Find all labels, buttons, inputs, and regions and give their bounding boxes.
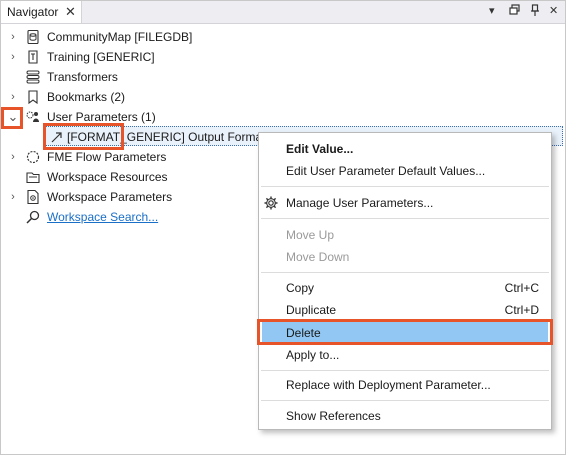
highlight-expander [1, 107, 23, 129]
menu-item-label: Move Up [286, 228, 335, 242]
menu-item-label: Apply to... [286, 348, 340, 362]
tree-item-label: User Parameters (1) [47, 110, 156, 124]
context-menu: Edit Value... Edit User Parameter Defaul… [258, 132, 552, 430]
navigator-panel: Navigator ✕ ▾ ✕ › CommunityMap [FILEGDB]… [0, 0, 566, 455]
tree-item-label: Transformers [47, 70, 118, 84]
float-window-icon[interactable] [509, 4, 520, 18]
menu-item-move-down: Move Down [259, 246, 551, 268]
menu-separator [261, 218, 549, 219]
user-parameters-icon [25, 109, 41, 125]
menu-item-shortcut: Ctrl+D [504, 303, 539, 317]
workspace-search-link[interactable]: Workspace Search... [47, 210, 158, 224]
menu-separator [261, 370, 549, 371]
tree-item-label: Workspace Parameters [47, 190, 173, 204]
tree-item-transformers[interactable]: Transformers [1, 67, 565, 87]
gear-icon [263, 195, 279, 214]
menu-item-label: Move Down [286, 250, 350, 264]
menu-item-edit-value[interactable]: Edit Value... [259, 138, 551, 160]
expand-chevron-icon[interactable]: › [7, 50, 19, 64]
expand-chevron-icon[interactable]: › [7, 30, 19, 44]
menu-item-label: Edit User Parameter Default Values... [286, 164, 486, 178]
tree-item-label: Bookmarks (2) [47, 90, 126, 104]
menu-item-label: Copy [286, 281, 315, 295]
menu-item-label: Duplicate [286, 303, 337, 317]
menu-item-move-up: Move Up [259, 224, 551, 246]
highlight-delete [257, 319, 553, 345]
menu-separator [261, 186, 549, 187]
menu-item-replace-with-deployment-parameter[interactable]: Replace with Deployment Parameter... [259, 374, 551, 396]
close-icon[interactable]: ✕ [65, 4, 76, 20]
highlight-parameter-icon [43, 123, 124, 150]
menu-item-apply-to[interactable]: Apply to... [259, 344, 551, 366]
tree-item-communitymap[interactable]: › CommunityMap [FILEGDB] [1, 27, 565, 47]
dropdown-icon[interactable]: ▾ [489, 4, 495, 17]
menu-item-edit-default-values[interactable]: Edit User Parameter Default Values... [259, 160, 551, 182]
writer-icon [25, 49, 41, 65]
expand-chevron-icon[interactable]: › [7, 190, 19, 204]
expand-chevron-icon[interactable]: › [7, 150, 19, 164]
menu-item-manage-user-parameters[interactable]: Manage User Parameters... [259, 192, 551, 214]
menu-item-label: Edit Value... [286, 142, 354, 156]
navigator-tabbar: Navigator ✕ ▾ ✕ [1, 1, 565, 24]
menu-item-label: Show References [286, 409, 381, 423]
flow-icon [25, 149, 41, 165]
search-icon [25, 209, 41, 225]
pin-icon[interactable] [530, 4, 540, 20]
tree-item-training[interactable]: › Training [GENERIC] [1, 47, 565, 67]
menu-item-show-references[interactable]: Show References [259, 405, 551, 427]
close-panel-icon[interactable]: ✕ [549, 4, 558, 17]
menu-item-copy[interactable]: Copy Ctrl+C [259, 277, 551, 299]
expand-chevron-icon[interactable]: › [7, 90, 19, 104]
tree-item-label: CommunityMap [FILEGDB] [47, 30, 193, 44]
tree-item-label: Training [GENERIC] [47, 50, 155, 64]
resources-icon [25, 169, 41, 185]
menu-item-label: Manage User Parameters... [286, 196, 434, 210]
tab-navigator[interactable]: Navigator ✕ [1, 1, 82, 23]
tab-title: Navigator [7, 5, 59, 19]
tree-item-label: FME Flow Parameters [47, 150, 167, 164]
tree-item-bookmarks[interactable]: › Bookmarks (2) [1, 87, 565, 107]
menu-item-shortcut: Ctrl+C [504, 281, 539, 295]
database-icon [25, 29, 41, 45]
menu-separator [261, 272, 549, 273]
menu-item-label: Replace with Deployment Parameter... [286, 378, 491, 392]
bookmark-icon [25, 89, 41, 105]
stack-icon [25, 69, 41, 85]
workspace-parameters-icon [25, 189, 41, 205]
menu-separator [261, 400, 549, 401]
tree-item-label: Workspace Resources [47, 170, 168, 184]
menu-item-duplicate[interactable]: Duplicate Ctrl+D [259, 299, 551, 321]
